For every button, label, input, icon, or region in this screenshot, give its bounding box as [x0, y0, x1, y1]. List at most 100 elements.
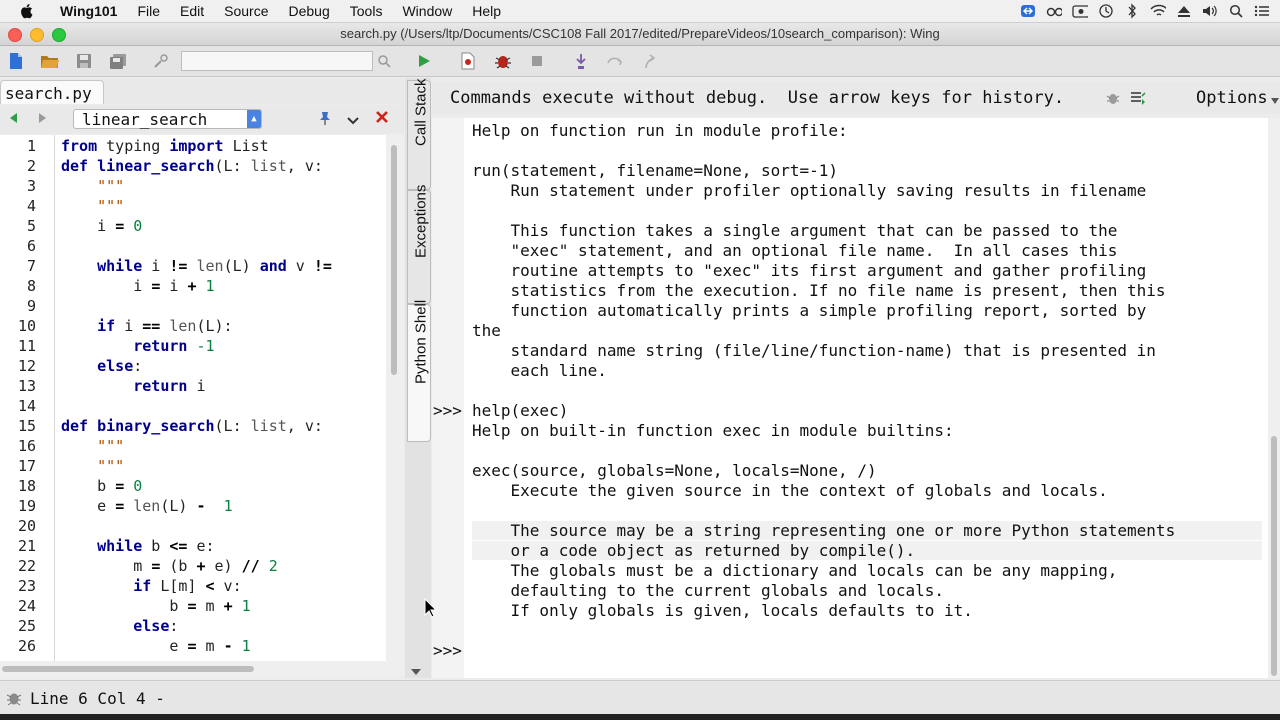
back-arrow-icon[interactable]	[6, 111, 20, 130]
stop-icon[interactable]	[527, 51, 547, 71]
shell-output-line: exec(source, globals=None, locals=None, …	[472, 461, 877, 480]
screen-recorder-icon[interactable]	[1072, 4, 1088, 18]
line-number: 23	[17, 577, 36, 595]
code-line: else:	[97, 357, 143, 375]
time-machine-icon[interactable]	[1098, 4, 1114, 18]
shell-output-line: Run statement under profiler optionally …	[472, 181, 1147, 200]
line-number: 3	[26, 177, 36, 195]
menu-source[interactable]: Source	[214, 0, 278, 22]
code-line: b = 0	[61, 477, 143, 495]
code-line: """	[97, 457, 125, 475]
open-folder-icon[interactable]	[40, 51, 60, 71]
code-line: def linear_search(L: list, v:	[61, 157, 323, 175]
tab-exceptions[interactable]: Exceptions	[407, 184, 431, 304]
editor-horizontal-scrollbar[interactable]	[0, 661, 404, 677]
shell-output-line: the	[472, 321, 501, 340]
code-editor[interactable]: 1 2 3 4 5 6 7 8 9 10 11 12 13 14 15 16 1…	[0, 135, 386, 661]
shell-output-line: The globals must be a dictionary and loc…	[472, 561, 1118, 580]
teamviewer-icon[interactable]	[1020, 4, 1036, 18]
function-select[interactable]: linear_search ▲	[73, 109, 262, 129]
status-bug-icon	[6, 690, 22, 711]
volume-icon[interactable]	[1202, 4, 1218, 18]
code-line: b = m + 1	[61, 597, 251, 615]
code-line: else:	[133, 617, 179, 635]
code-line: """	[97, 177, 125, 195]
line-number: 20	[17, 517, 36, 535]
menu-app-wing101[interactable]: Wing101	[50, 0, 127, 22]
editor-vertical-scrollbar[interactable]	[386, 135, 404, 661]
shell-output-line: Help on function run in module profile:	[472, 121, 848, 140]
code-line: if i == len(L):	[97, 317, 233, 335]
line-number: 2	[26, 157, 36, 175]
code-line: return -1	[133, 337, 215, 355]
search-magnifier-icon[interactable]	[374, 51, 394, 71]
menu-bar: Wing101 File Edit Source Debug Tools Win…	[0, 0, 1280, 23]
editor-vscroll-thumb[interactable]	[391, 145, 397, 375]
code-line: i = 0	[61, 217, 143, 235]
options-menu[interactable]: Options	[1196, 88, 1268, 108]
tab-call-stack-label: Call Stack	[412, 78, 430, 146]
search-toolbar-icon[interactable]	[151, 51, 171, 71]
close-editor-icon[interactable]	[375, 110, 389, 129]
spotlight-search-icon[interactable]	[1228, 4, 1244, 18]
tab-call-stack[interactable]: Call Stack	[407, 78, 431, 190]
menu-edit[interactable]: Edit	[170, 0, 214, 22]
line-number: 17	[17, 457, 36, 475]
shell-header: Commands execute without debug. Use arro…	[432, 82, 1280, 114]
eject-icon[interactable]	[1176, 4, 1192, 18]
save-all-icon[interactable]	[108, 51, 128, 71]
shell-output-line: statistics from the execution. If no fil…	[472, 281, 1166, 300]
code-line: from typing import List	[61, 137, 269, 155]
line-number: 19	[17, 497, 36, 515]
cursor-position-status: Line 6 Col 4 -	[30, 689, 165, 708]
menu-tools[interactable]: Tools	[340, 0, 393, 22]
toolbar-search-input[interactable]	[181, 51, 373, 71]
step-over-icon[interactable]	[605, 51, 625, 71]
line-number: 8	[26, 277, 36, 295]
options-dropdown-icon[interactable]	[1270, 90, 1280, 110]
mouse-pointer-icon	[424, 597, 438, 618]
python-shell-output[interactable]: Help on function run in module profile: …	[432, 118, 1268, 678]
shell-active-prompt[interactable]: >>>	[433, 641, 462, 660]
line-number: 21	[17, 537, 36, 555]
debug-bug-icon[interactable]	[493, 51, 513, 71]
line-number: 18	[17, 477, 36, 495]
shell-output-line: Help on built-in function exec in module…	[472, 421, 954, 440]
line-number: 16	[17, 437, 36, 455]
bottom-edge	[0, 714, 1280, 720]
save-icon[interactable]	[74, 51, 94, 71]
shell-vscroll-thumb[interactable]	[1271, 436, 1277, 676]
menu-file[interactable]: File	[127, 0, 170, 22]
shell-vertical-scrollbar[interactable]	[1268, 118, 1280, 678]
menu-debug[interactable]: Debug	[279, 0, 340, 22]
debug-bug-small-icon[interactable]	[1106, 90, 1120, 110]
tab-exceptions-label: Exceptions	[412, 184, 430, 258]
step-out-icon[interactable]	[639, 51, 659, 71]
debug-file-icon[interactable]	[458, 51, 478, 71]
chevron-down-icon[interactable]	[347, 113, 359, 131]
shell-output-line: run(statement, filename=None, sort=-1)	[472, 161, 839, 180]
tab-python-shell[interactable]: Python Shell	[407, 300, 431, 442]
shell-output-line: routine attempts to "exec" its first arg…	[472, 261, 1147, 280]
glasses-icon[interactable]	[1046, 4, 1062, 18]
shell-list-icon[interactable]	[1130, 90, 1146, 110]
step-into-icon[interactable]	[571, 51, 591, 71]
notification-center-icon[interactable]	[1254, 4, 1270, 18]
code-line: if L[m] < v:	[133, 577, 242, 595]
run-play-icon[interactable]	[414, 51, 434, 71]
shell-prompt: >>>	[433, 401, 462, 420]
code-line: """	[97, 197, 125, 215]
menu-window[interactable]: Window	[392, 0, 462, 22]
editor-tab-search-py[interactable]: search.py	[0, 80, 104, 104]
forward-arrow-icon[interactable]	[36, 111, 50, 130]
menu-help[interactable]: Help	[462, 0, 511, 22]
apple-icon[interactable]	[18, 2, 36, 20]
editor-hscroll-thumb[interactable]	[2, 666, 254, 672]
toolbar	[0, 46, 1280, 77]
pin-icon[interactable]	[318, 110, 332, 131]
new-file-icon[interactable]	[6, 51, 26, 71]
wifi-icon[interactable]	[1150, 4, 1166, 18]
status-bar: Line 6 Col 4 -	[0, 680, 1280, 715]
bluetooth-icon[interactable]	[1124, 3, 1140, 19]
shell-output-line: each line.	[472, 361, 607, 380]
